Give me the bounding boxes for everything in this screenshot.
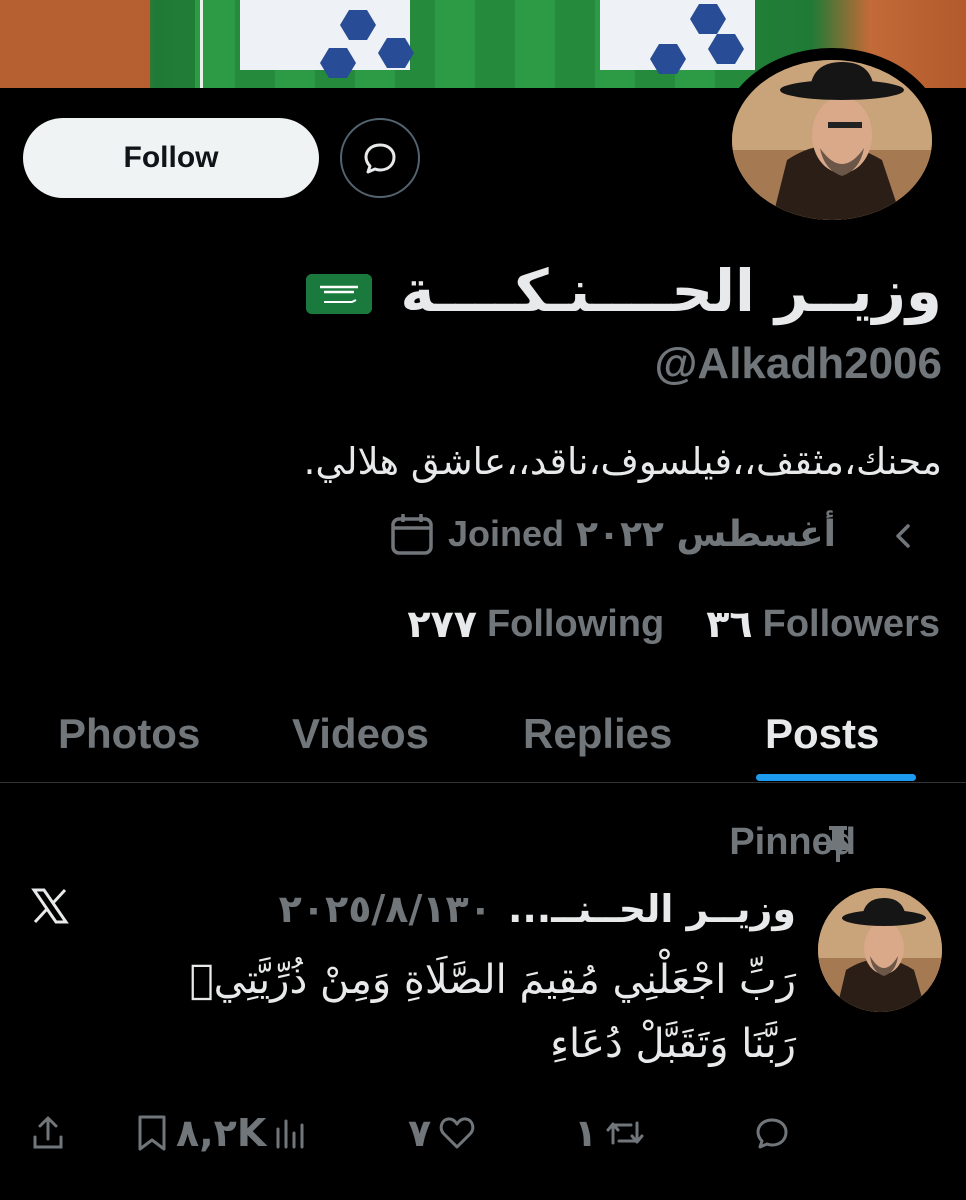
profile-tabs: Photos Videos Replies Posts	[0, 688, 966, 783]
display-name: وزيــر الحــــنـكــــة	[400, 257, 942, 325]
following-count[interactable]: ٢٧٧	[407, 602, 477, 646]
post-author-name[interactable]: وزيــر الحــنــ...	[508, 884, 796, 934]
post-date[interactable]: ٢٠٢٥/٨/١٣٠	[279, 884, 492, 934]
bookmark-button[interactable]	[134, 1100, 170, 1166]
calendar-icon	[391, 514, 433, 555]
message-icon	[364, 143, 396, 174]
views-count: ٨,٢K	[176, 1111, 267, 1155]
post-text-line: رَبَّنَا وَتَقَبَّلْ دُعَاءِ	[550, 1021, 796, 1067]
joined-label: Joined	[448, 513, 565, 554]
tab-replies[interactable]: Replies	[523, 688, 672, 780]
repost-icon	[606, 1121, 644, 1145]
following-label[interactable]: Following	[487, 603, 664, 646]
reply-icon	[756, 1118, 788, 1149]
tab-photos[interactable]: Photos	[58, 688, 200, 780]
tab-videos[interactable]: Videos	[292, 688, 429, 780]
heart-icon	[439, 1117, 475, 1149]
tab-posts[interactable]: Posts	[765, 688, 879, 780]
share-button[interactable]	[28, 1100, 68, 1166]
like-button[interactable]: ٧	[408, 1100, 477, 1166]
pin-icon	[826, 826, 850, 862]
saudi-flag-icon	[306, 274, 372, 314]
avatar-image	[732, 60, 932, 220]
followers-count[interactable]: ٣٦	[706, 602, 752, 646]
active-tab-indicator	[756, 774, 916, 781]
repost-button[interactable]: ١	[574, 1100, 647, 1166]
followers-label[interactable]: Followers	[763, 603, 940, 646]
follow-button[interactable]: Follow	[23, 118, 319, 198]
reply-button[interactable]	[752, 1100, 792, 1166]
post-text[interactable]: رَبِّ اجْعَلْنِي مُقِيمَ الصَّلَاةِ وَمِ…	[26, 948, 796, 1076]
analytics-icon	[276, 1119, 304, 1149]
follow-stats: ٢٧٧ Following ٣٦ Followers	[407, 598, 940, 650]
repost-count: ١	[574, 1111, 598, 1155]
bio-text: محنك،مثقف،،فيلسوف،ناقد،،عاشق هلالي.	[303, 440, 942, 483]
avatar-image	[818, 888, 942, 1012]
profile-avatar[interactable]	[720, 48, 948, 232]
post-header: وزيــر الحــنــ... ٢٠٢٥/٨/١٣٠	[279, 884, 796, 934]
share-icon	[33, 1116, 63, 1149]
bookmark-icon	[138, 1115, 166, 1151]
post-actions: ٨,٢K ٧ ١	[0, 1100, 966, 1170]
x-logo-icon	[31, 888, 69, 924]
message-button[interactable]	[340, 118, 420, 198]
post-text-line: رَبِّ اجْعَلْنِي مُقِيمَ الصَّلَاةِ وَمِ…	[189, 957, 796, 1003]
user-handle: @Alkadh2006	[654, 339, 942, 388]
joined-info: Joined أغسطس ٢٠٢٢	[388, 508, 836, 560]
views-button[interactable]: ٨,٢K	[176, 1100, 308, 1166]
joined-date: أغسطس ٢٠٢٢	[576, 513, 836, 555]
like-count: ٧	[408, 1111, 432, 1155]
chevron-left-icon[interactable]	[884, 516, 924, 556]
post-author-avatar[interactable]	[818, 888, 942, 1012]
